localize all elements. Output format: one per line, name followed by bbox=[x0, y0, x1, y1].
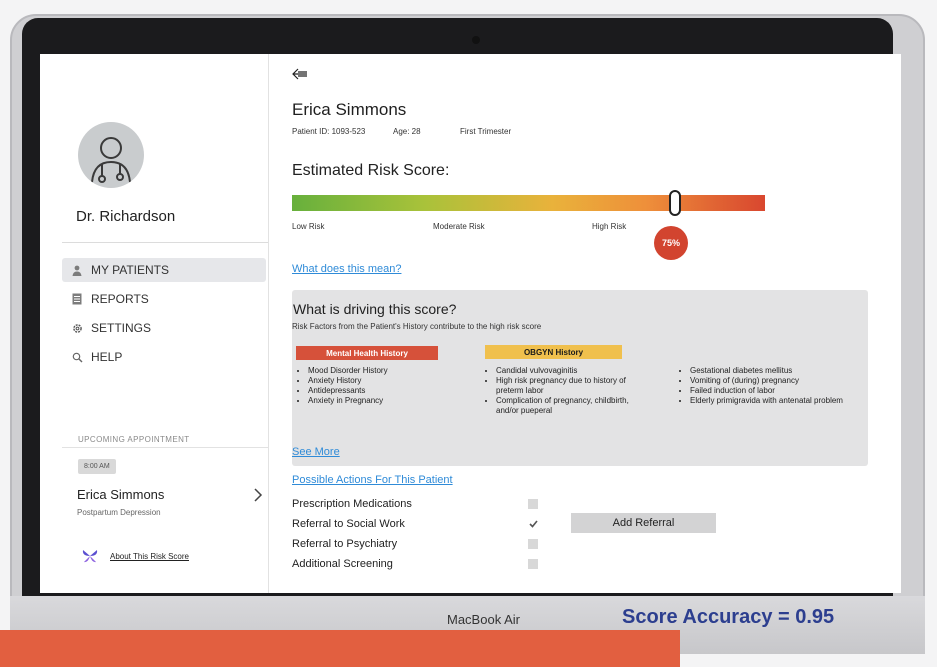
patient-age: Age: 28 bbox=[393, 127, 421, 136]
risk-score-title: Estimated Risk Score: bbox=[292, 162, 450, 179]
patient-detail: Erica Simmons Patient ID: 1093-523 Age: 2… bbox=[292, 54, 901, 593]
doctor-name: Dr. Richardson bbox=[76, 208, 176, 225]
action-row-screening: Additional Screening bbox=[292, 555, 574, 573]
sidebar-item-label: HELP bbox=[91, 350, 123, 364]
list-item: High risk pregnancy due to history of pr… bbox=[496, 376, 644, 396]
list-item: Antidepressants bbox=[308, 386, 456, 396]
action-row-psychiatry: Referral to Psychiatry bbox=[292, 535, 574, 553]
sidebar-item-label: SETTINGS bbox=[91, 321, 152, 335]
upcoming-divider bbox=[62, 447, 268, 448]
list-item: Vomiting of (during) pregnancy bbox=[690, 376, 868, 386]
camera-dot bbox=[472, 36, 480, 44]
about-link-label: About This Risk Score bbox=[110, 551, 189, 561]
risk-drivers-panel: What is driving this score? Risk Factors… bbox=[292, 290, 868, 466]
sidebar: Dr. Richardson MY PATIENTS REPORTS SETTI… bbox=[40, 54, 269, 593]
doctor-silhouette-icon bbox=[91, 137, 131, 183]
high-risk-label: High Risk bbox=[592, 222, 627, 231]
chevron-right-icon[interactable] bbox=[253, 488, 263, 502]
appointment-time-badge: 8:00 AM bbox=[78, 459, 116, 474]
sidebar-item-label: MY PATIENTS bbox=[91, 263, 170, 277]
sidebar-item-help[interactable]: HELP bbox=[62, 345, 266, 369]
risk-score-badge: 75% bbox=[654, 226, 688, 260]
pregnancy-stage: First Trimester bbox=[460, 127, 512, 136]
drivers-subtitle: Risk Factors from the Patient's History … bbox=[292, 322, 542, 331]
stage: Dr. Richardson MY PATIENTS REPORTS SETTI… bbox=[0, 0, 937, 667]
list-item: Candidal vulvovaginitis bbox=[496, 366, 644, 376]
sidebar-divider bbox=[62, 242, 268, 243]
action-label: Referral to Social Work bbox=[292, 518, 405, 530]
caption-banner bbox=[0, 630, 680, 667]
list-item: Mood Disorder History bbox=[308, 366, 456, 376]
butterfly-logo-icon bbox=[82, 550, 98, 563]
low-risk-label: Low Risk bbox=[292, 222, 325, 231]
app-screen: Dr. Richardson MY PATIENTS REPORTS SETTI… bbox=[40, 54, 901, 593]
social-work-checkbox[interactable] bbox=[528, 519, 538, 529]
action-label: Additional Screening bbox=[292, 558, 393, 570]
list-item: Elderly primigravida with antenatal prob… bbox=[690, 396, 868, 406]
sidebar-item-label: REPORTS bbox=[91, 292, 149, 306]
sidebar-item-settings[interactable]: SETTINGS bbox=[62, 316, 266, 340]
sidebar-item-reports[interactable]: REPORTS bbox=[62, 287, 266, 311]
action-row-prescription: Prescription Medications bbox=[292, 495, 574, 513]
doctor-avatar-icon bbox=[78, 122, 144, 188]
list-item: Anxiety in Pregnancy bbox=[308, 396, 456, 406]
list-item: Failed induction of labor bbox=[690, 386, 868, 396]
obgyn-history-tag: OBGYN History bbox=[485, 345, 622, 359]
drivers-title: What is driving this score? bbox=[293, 301, 457, 317]
list-item: Anxiety History bbox=[308, 376, 456, 386]
list-item: Gestational diabetes mellitus bbox=[690, 366, 868, 376]
score-accuracy-label: Score Accuracy = 0.95 bbox=[622, 606, 835, 628]
psychiatry-checkbox[interactable] bbox=[528, 539, 538, 549]
document-icon bbox=[71, 293, 83, 305]
back-arrow-icon[interactable] bbox=[292, 68, 308, 80]
appointment-condition: Postpartum Depression bbox=[77, 508, 161, 517]
patient-name: Erica Simmons bbox=[292, 100, 407, 119]
upcoming-appointment-label: UPCOMING APPOINTMENT bbox=[78, 435, 190, 444]
what-does-this-mean-link[interactable]: What does this mean? bbox=[292, 263, 401, 275]
patient-meta: Patient ID: 1093-523 Age: 28 First Trimest… bbox=[292, 127, 511, 136]
search-icon bbox=[71, 351, 83, 363]
possible-actions-link[interactable]: Possible Actions For This Patient bbox=[292, 474, 453, 486]
patient-id: Patient ID: 1093-523 bbox=[292, 127, 366, 136]
device-brand-label: MacBook Air bbox=[447, 612, 520, 627]
mental-health-list: Mood Disorder History Anxiety History An… bbox=[296, 366, 456, 406]
obgyn-list-secondary: Gestational diabetes mellitus Vomiting o… bbox=[678, 366, 868, 406]
see-more-link[interactable]: See More bbox=[292, 446, 340, 458]
obgyn-list-primary: Candidal vulvovaginitis High risk pregna… bbox=[484, 366, 644, 416]
checkmark-icon bbox=[528, 520, 538, 528]
risk-score-marker bbox=[669, 190, 681, 216]
screening-checkbox[interactable] bbox=[528, 559, 538, 569]
list-item: Complication of pregnancy, childbirth, a… bbox=[496, 396, 644, 416]
action-label: Referral to Psychiatry bbox=[292, 538, 398, 550]
action-row-social-work: Referral to Social Work bbox=[292, 515, 574, 533]
risk-gradient-bar bbox=[292, 195, 765, 211]
appointment-patient-name[interactable]: Erica Simmons bbox=[77, 487, 164, 502]
moderate-risk-label: Moderate Risk bbox=[433, 222, 485, 231]
sidebar-item-my-patients[interactable]: MY PATIENTS bbox=[62, 258, 266, 282]
add-referral-button[interactable]: Add Referral bbox=[571, 513, 716, 533]
person-icon bbox=[71, 264, 83, 276]
mental-health-history-tag: Mental Health History bbox=[296, 346, 438, 360]
action-label: Prescription Medications bbox=[292, 498, 412, 510]
about-risk-score-link[interactable]: About This Risk Score bbox=[82, 548, 189, 564]
gear-icon bbox=[71, 322, 83, 334]
prescription-checkbox[interactable] bbox=[528, 499, 538, 509]
